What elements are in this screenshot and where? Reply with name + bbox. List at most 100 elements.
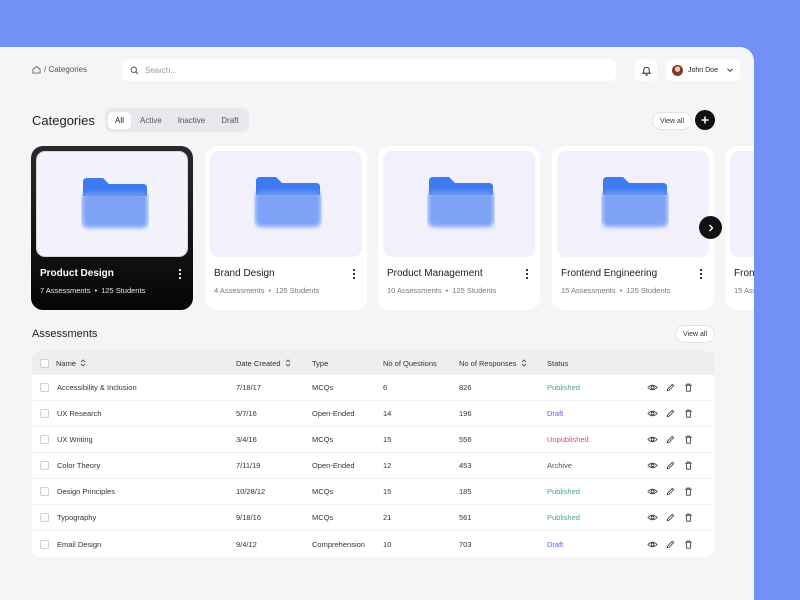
more-options-icon[interactable] (352, 268, 356, 280)
edit-icon[interactable] (665, 512, 676, 523)
category-card[interactable]: Product Management 10 Assessments • 125 St… (378, 146, 540, 310)
status-badge: Archive (547, 461, 573, 470)
row-checkbox[interactable] (40, 487, 49, 496)
category-card[interactable]: Product Design 7 Assessments • 125 Student… (31, 146, 193, 310)
assessment-type: MCQs (312, 383, 334, 392)
notifications-button[interactable] (635, 59, 657, 81)
search-input[interactable] (145, 65, 585, 75)
eye-icon[interactable] (647, 382, 658, 393)
carousel-next-button[interactable] (699, 216, 722, 239)
more-options-icon[interactable] (699, 268, 703, 280)
category-meta: 15 Asse (734, 286, 754, 295)
table-row[interactable]: UX Writing 3/4/16 MCQs 15 556 Unpublishe… (32, 427, 714, 453)
select-all-checkbox[interactable] (40, 358, 49, 368)
row-checkbox[interactable] (40, 435, 49, 444)
edit-icon[interactable] (665, 486, 676, 497)
row-checkbox[interactable] (40, 539, 49, 549)
category-students: 125 Students (626, 286, 671, 295)
edit-icon[interactable] (665, 434, 676, 445)
row-actions (647, 486, 694, 497)
trash-icon[interactable] (683, 512, 694, 523)
category-card[interactable]: Brand Design 4 Assessments • 125 Students (205, 146, 367, 310)
table-row[interactable]: Email Design 9/4/12 Comprehension 10 703… (32, 531, 714, 557)
assessment-type: MCQs (312, 487, 334, 496)
assessment-name: Email Design (57, 539, 102, 549)
trash-icon[interactable] (683, 434, 694, 445)
user-menu[interactable]: John Doe (666, 59, 740, 81)
column-date-header[interactable]: Date Created (236, 359, 291, 368)
category-card[interactable]: Frontend Engineering 15 Assessments • 125 … (552, 146, 714, 310)
column-label: Name (56, 358, 77, 368)
assessment-name: UX Writing (57, 435, 93, 444)
response-count: 561 (459, 513, 472, 522)
home-icon[interactable] (32, 65, 41, 74)
column-name-header[interactable]: Name (56, 359, 86, 368)
category-assessments: 15 Assessments (561, 286, 616, 295)
status-badge: Published (547, 513, 580, 522)
row-checkbox[interactable] (40, 409, 49, 418)
table-row[interactable]: UX Research 5/7/16 Open-Ended 14 196 Dra… (32, 401, 714, 427)
eye-icon[interactable] (647, 460, 658, 471)
breadcrumb-label[interactable]: / Categories (44, 65, 87, 74)
question-count: 15 (383, 487, 392, 496)
category-name: Frontend Engineering (561, 268, 658, 279)
category-students: 125 Students (452, 286, 497, 295)
tab-inactive[interactable]: Inactive (171, 112, 213, 129)
app-window: / Categories John Doe Categories All Act… (0, 47, 754, 600)
edit-icon[interactable] (665, 460, 676, 471)
column-questions-header: No of Questions (383, 358, 437, 368)
assessment-name: Design Principles (57, 487, 115, 496)
assessments-view-all-button[interactable]: View all (675, 325, 715, 343)
category-filter-tabs: All Active Inactive Draft (105, 108, 249, 132)
column-status-header: Status (547, 358, 569, 368)
eye-icon[interactable] (647, 434, 658, 445)
meta-separator: • (445, 286, 449, 295)
search-bar[interactable] (122, 59, 616, 81)
status-badge: Draft (547, 539, 564, 549)
row-checkbox[interactable] (40, 461, 49, 470)
tab-all[interactable]: All (108, 111, 131, 129)
meta-separator: • (94, 286, 98, 295)
row-checkbox[interactable] (40, 383, 49, 392)
chevron-right-icon (708, 224, 713, 231)
row-actions (647, 382, 694, 393)
folder-icon (428, 177, 494, 227)
date-created: 7/18/17 (236, 383, 262, 392)
category-card[interactable]: Fron 15 Asse (725, 146, 754, 310)
eye-icon[interactable] (647, 539, 658, 550)
column-responses-header[interactable]: No of Responses (459, 359, 527, 368)
row-checkbox[interactable] (40, 513, 49, 522)
trash-icon[interactable] (683, 382, 694, 393)
column-type-header: Type (312, 358, 329, 368)
tab-draft[interactable]: Draft (214, 112, 245, 129)
date-created: 9/4/12 (236, 539, 257, 549)
edit-icon[interactable] (665, 382, 676, 393)
categories-view-all-button[interactable]: View all (652, 112, 692, 130)
edit-icon[interactable] (665, 408, 676, 419)
category-students: 125 Students (101, 286, 146, 295)
category-meta: 7 Assessments • 125 Students (40, 286, 145, 295)
trash-icon[interactable] (683, 486, 694, 497)
add-category-button[interactable] (695, 110, 715, 130)
table-row[interactable]: Color Theory 7/11/19 Open-Ended 12 453 A… (32, 453, 714, 479)
eye-icon[interactable] (647, 512, 658, 523)
tab-active[interactable]: Active (133, 112, 169, 129)
row-actions (647, 512, 694, 523)
table-row[interactable]: Design Principles 10/28/12 MCQs 15 185 P… (32, 479, 714, 505)
trash-icon[interactable] (683, 539, 694, 550)
more-options-icon[interactable] (525, 268, 529, 280)
edit-icon[interactable] (665, 539, 676, 550)
eye-icon[interactable] (647, 408, 658, 419)
folder-icon (255, 177, 321, 227)
assessments-table: Name Date Created Type No of Questions N… (32, 351, 714, 557)
eye-icon[interactable] (647, 486, 658, 497)
trash-icon[interactable] (683, 460, 694, 471)
table-row[interactable]: Typography 9/18/16 MCQs 21 561 Published (32, 505, 714, 531)
assessment-type: Open-Ended (312, 461, 355, 470)
table-row[interactable]: Accessibility & Inclusion 7/18/17 MCQs 6… (32, 375, 714, 401)
bell-icon (641, 66, 651, 76)
trash-icon[interactable] (683, 408, 694, 419)
response-count: 703 (459, 539, 472, 549)
row-actions (647, 539, 694, 550)
more-options-icon[interactable] (178, 268, 182, 280)
